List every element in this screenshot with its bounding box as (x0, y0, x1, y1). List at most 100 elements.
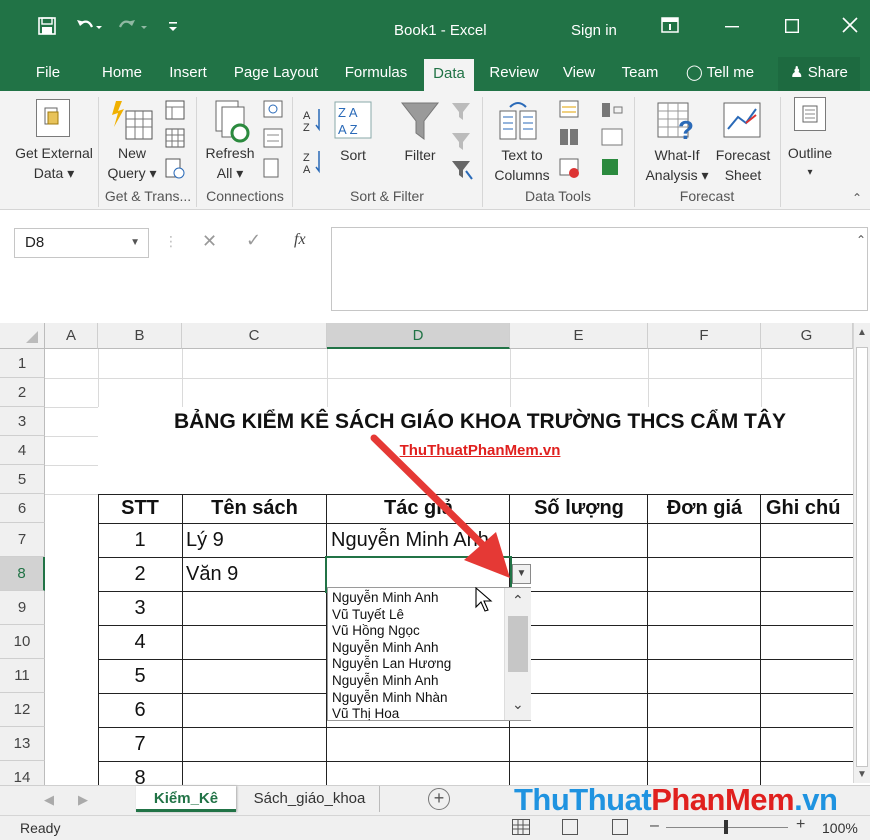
scroll-up-icon[interactable]: ▲ (857, 327, 867, 338)
sheet-tab-sach-giao-khoa[interactable]: Sách_giáo_khoa (240, 786, 380, 812)
minimize-icon[interactable] (720, 17, 744, 39)
column-header-c[interactable]: C (182, 323, 327, 349)
row-header-13[interactable]: 13 (0, 727, 45, 761)
cell-stt[interactable]: 2 (98, 557, 182, 591)
tab-home[interactable]: Home (92, 57, 152, 91)
vertical-scrollbar[interactable]: ▲ ▼ (853, 323, 870, 783)
next-sheet-icon[interactable]: ▶ (78, 792, 88, 808)
outline-button[interactable]: Outline ▾ (780, 143, 840, 183)
tab-insert[interactable]: Insert (160, 57, 216, 91)
dropdown-scroll-up-icon[interactable]: ⌃ (512, 592, 524, 609)
row-header-10[interactable]: 10 (0, 625, 45, 659)
column-header-b[interactable]: B (98, 323, 182, 349)
dropdown-scroll-thumb[interactable] (508, 616, 528, 672)
undo-icon[interactable] (74, 17, 104, 41)
dropdown-option[interactable]: Vũ Tuyết Lê (332, 607, 404, 624)
get-external-data-icon (36, 99, 70, 137)
data-validation-dropdown[interactable]: Nguyễn Minh Anh Vũ Tuyết Lê Vũ Hồng Ngọc… (327, 587, 531, 721)
cell-stt[interactable]: 7 (98, 727, 182, 761)
expand-formula-bar-icon[interactable]: ⌃ (856, 233, 866, 247)
zoom-level[interactable]: 100% (822, 820, 858, 836)
dropdown-scrollbar[interactable]: ⌃ ⌄ (504, 588, 531, 720)
cell-ten-sach[interactable]: Lý 9 (186, 523, 224, 557)
select-all-corner[interactable] (0, 323, 45, 349)
tab-view[interactable]: View (556, 57, 602, 91)
normal-view-icon[interactable] (512, 819, 530, 835)
row-header-12[interactable]: 12 (0, 693, 45, 727)
row-header-7[interactable]: 7 (0, 523, 45, 557)
redo-icon[interactable] (114, 17, 154, 41)
dropdown-option[interactable]: Vũ Thị Hoa (332, 706, 399, 723)
sort-button[interactable]: Sort (330, 145, 376, 165)
cell-stt[interactable]: 3 (98, 591, 182, 625)
close-icon[interactable] (838, 17, 862, 39)
row-header-8[interactable]: 8 (0, 557, 45, 591)
column-header-e[interactable]: E (510, 323, 648, 349)
cancel-formula-icon[interactable]: ✕ (202, 231, 217, 252)
filter-button[interactable]: Filter (396, 145, 444, 165)
formula-input[interactable] (331, 227, 868, 311)
row-header-11[interactable]: 11 (0, 659, 45, 693)
scroll-thumb[interactable] (856, 347, 868, 767)
dropdown-option[interactable]: Nguyễn Lan Hương (332, 656, 451, 673)
scroll-down-icon[interactable]: ▼ (857, 769, 867, 780)
row-header-5[interactable]: 5 (0, 465, 45, 494)
page-layout-view-icon[interactable] (562, 819, 578, 835)
enter-formula-icon[interactable]: ✓ (246, 230, 261, 251)
maximize-icon[interactable] (780, 17, 804, 39)
what-if-analysis-button[interactable]: What-If Analysis ▾ (640, 145, 714, 185)
cell-stt[interactable]: 1 (98, 523, 182, 557)
dropdown-option[interactable]: Nguyễn Minh Nhàn (332, 690, 448, 707)
new-query-button[interactable]: New Query ▾ (104, 143, 160, 183)
cell-stt[interactable]: 6 (98, 693, 182, 727)
column-header-a[interactable]: A (45, 323, 98, 349)
dropdown-scroll-down-icon[interactable]: ⌄ (512, 696, 524, 713)
dropdown-option[interactable]: Nguyễn Minh Anh (332, 590, 439, 607)
cell-stt[interactable]: 4 (98, 625, 182, 659)
column-header-d[interactable]: D (327, 323, 510, 349)
tab-file[interactable]: File (26, 57, 70, 91)
dropdown-option[interactable]: Nguyễn Minh Anh (332, 640, 439, 657)
page-break-view-icon[interactable] (612, 819, 628, 835)
column-header-g[interactable]: G (761, 323, 853, 349)
cell-stt[interactable]: 5 (98, 659, 182, 693)
zoom-in-icon[interactable]: + (796, 816, 805, 834)
sheet-tab-kiem-ke[interactable]: Kiểm_Kê (136, 786, 236, 812)
add-sheet-icon[interactable]: + (428, 788, 450, 810)
name-box-dropdown-icon[interactable]: ▼ (130, 229, 140, 257)
worksheet-grid[interactable]: A B C D E F G 1 2 3 4 5 6 7 8 9 10 11 12… (0, 323, 870, 790)
row-header-4[interactable]: 4 (0, 436, 45, 465)
insert-function-button[interactable]: fx (294, 231, 306, 249)
row-header-2[interactable]: 2 (0, 378, 45, 407)
prev-sheet-icon[interactable]: ◀ (44, 792, 54, 808)
row-header-9[interactable]: 9 (0, 591, 45, 625)
customize-qat-icon[interactable] (166, 17, 180, 39)
refresh-all-button[interactable]: Refresh All ▾ (200, 143, 260, 183)
tab-data[interactable]: Data (424, 59, 474, 91)
row-header-3[interactable]: 3 (0, 407, 45, 436)
tab-team[interactable]: Team (612, 57, 668, 91)
tab-review[interactable]: Review (482, 57, 546, 91)
dropdown-option[interactable]: Nguyễn Minh Anh (332, 673, 439, 690)
sign-in-link[interactable]: Sign in (571, 21, 617, 41)
tab-page-layout[interactable]: Page Layout (226, 57, 326, 91)
zoom-slider-thumb[interactable] (724, 820, 728, 834)
text-to-columns-button[interactable]: Text to Columns (486, 145, 558, 185)
name-box[interactable]: D8 ▼ (14, 228, 149, 258)
collapse-ribbon-icon[interactable]: ⌃ (852, 191, 862, 205)
column-header-f[interactable]: F (648, 323, 761, 349)
text-to-columns-label-1: Text to (501, 147, 543, 163)
refresh-all-label-1: Refresh (205, 145, 255, 161)
save-icon[interactable] (36, 17, 58, 41)
zoom-out-icon[interactable]: – (650, 817, 659, 835)
cell-ten-sach[interactable]: Văn 9 (186, 557, 238, 591)
get-external-data-button[interactable]: Get External Data ▾ (10, 143, 98, 183)
tell-me-box[interactable]: ◯ Tell me (680, 57, 760, 91)
row-header-6[interactable]: 6 (0, 494, 45, 523)
forecast-sheet-button[interactable]: Forecast Sheet (712, 145, 774, 185)
dropdown-option[interactable]: Vũ Hồng Ngọc (332, 623, 420, 640)
ribbon-display-options-icon[interactable] (658, 17, 682, 39)
tab-formulas[interactable]: Formulas (336, 57, 416, 91)
share-button[interactable]: ♟ Share (778, 57, 860, 91)
row-header-1[interactable]: 1 (0, 349, 45, 378)
